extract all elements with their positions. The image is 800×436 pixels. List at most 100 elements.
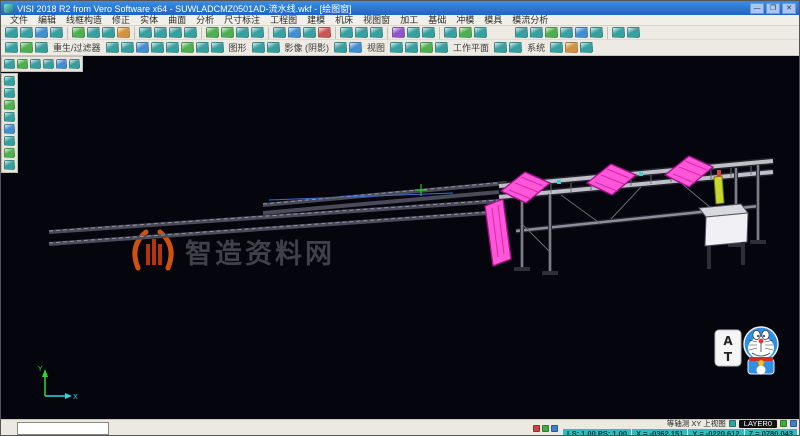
toolbar-group-label[interactable]: 重生/过滤器 (49, 41, 105, 54)
status-green-icon[interactable] (542, 425, 549, 432)
toolbar-icon[interactable] (474, 27, 487, 38)
menu-item[interactable]: 机床 (330, 15, 358, 26)
toolbar-icon[interactable] (405, 42, 418, 53)
toolbar-icon[interactable] (20, 27, 33, 38)
toolbar-icon[interactable] (288, 27, 301, 38)
toolbar-icon[interactable] (4, 59, 15, 69)
toolbar-icon[interactable] (166, 42, 179, 53)
toolbar-icon[interactable] (392, 27, 405, 38)
toolbar-icon[interactable] (4, 100, 15, 110)
status-teal-icon[interactable] (729, 420, 736, 427)
status-blue-icon[interactable] (551, 425, 558, 432)
toolbar-icon[interactable] (545, 27, 558, 38)
toolbar-icon[interactable] (340, 27, 353, 38)
toolbar-icon[interactable] (4, 76, 15, 86)
status-blue-icon-2[interactable] (790, 420, 797, 427)
toolbar-icon[interactable] (407, 27, 420, 38)
command-input[interactable] (17, 422, 109, 435)
toolbar-icon[interactable] (4, 124, 15, 134)
toolbar-icon[interactable] (206, 27, 219, 38)
toolbar-icon[interactable] (267, 42, 280, 53)
toolbar-icon[interactable] (43, 59, 54, 69)
toolbar-icon[interactable] (211, 42, 224, 53)
toolbar-icon[interactable] (72, 27, 85, 38)
toolbar-icon[interactable] (30, 59, 41, 69)
toolbar-icon[interactable] (4, 160, 15, 170)
toolbar-icon[interactable] (20, 42, 33, 53)
status-red-icon[interactable] (533, 425, 540, 432)
menu-item[interactable]: 曲面 (163, 15, 191, 26)
toolbar-icon[interactable] (627, 27, 640, 38)
toolbar-icon[interactable] (420, 42, 433, 53)
menu-item[interactable]: 修正 (107, 15, 135, 26)
toolbar-icon[interactable] (494, 42, 507, 53)
toolbar-icon[interactable] (17, 59, 28, 69)
toolbar-icon[interactable] (151, 42, 164, 53)
toolbar-icon[interactable] (117, 27, 130, 38)
toolbar-icon[interactable] (565, 42, 578, 53)
menu-item[interactable]: 文件 (5, 15, 33, 26)
status-green-icon-2[interactable] (780, 420, 787, 427)
toolbar-icon[interactable] (236, 27, 249, 38)
toolbar-icon[interactable] (69, 59, 80, 69)
toolbar-icon[interactable] (5, 27, 18, 38)
toolbar-icon[interactable] (580, 42, 593, 53)
rail-beams[interactable] (49, 182, 507, 244)
toolbar-icon[interactable] (35, 27, 48, 38)
menu-item[interactable]: 尺寸标注 (219, 15, 265, 26)
toolbar-icon[interactable] (560, 27, 573, 38)
toolbar-icon[interactable] (102, 27, 115, 38)
pink-panels[interactable] (485, 156, 713, 266)
toolbar-icon[interactable] (334, 42, 347, 53)
toolbar-icon[interactable] (318, 27, 331, 38)
toolbar-icon[interactable] (459, 27, 472, 38)
toolbar-icon[interactable] (106, 42, 119, 53)
menu-item[interactable]: 基础 (423, 15, 451, 26)
menu-item[interactable]: 模具 (479, 15, 507, 26)
toolbar-icon[interactable] (349, 42, 362, 53)
toolbar-icon[interactable] (139, 27, 152, 38)
toolbar-icon[interactable] (121, 42, 134, 53)
toolbar-icon[interactable] (4, 136, 15, 146)
maximize-button[interactable]: ❐ (766, 3, 780, 14)
toolbar-icon[interactable] (154, 27, 167, 38)
menu-item[interactable]: 分析 (191, 15, 219, 26)
toolbar-icon[interactable] (612, 27, 625, 38)
toolbar-icon[interactable] (370, 27, 383, 38)
toolbar-group-label[interactable]: 视图 (363, 41, 389, 54)
menu-item[interactable]: 建模 (302, 15, 330, 26)
toolbar-icon[interactable] (251, 27, 264, 38)
toolbar-icon[interactable] (5, 42, 18, 53)
toolbar-icon[interactable] (4, 88, 15, 98)
toolbar-icon[interactable] (355, 27, 368, 38)
menu-item[interactable]: 模流分析 (507, 15, 553, 26)
menu-item[interactable]: 视图窗 (358, 15, 395, 26)
toolbar-icon[interactable] (273, 27, 286, 38)
toolbar-icon[interactable] (550, 42, 563, 53)
toolbar-icon[interactable] (169, 27, 182, 38)
menu-item[interactable]: 冲模 (451, 15, 479, 26)
toolbar-icon[interactable] (530, 27, 543, 38)
toolbar-group-label[interactable]: 影像 (阴影) (281, 41, 334, 54)
menu-item[interactable]: 工程图 (265, 15, 302, 26)
toolbar-group-label[interactable]: 系统 (523, 41, 549, 54)
toolbar-icon[interactable] (303, 27, 316, 38)
toolbar-group-label[interactable]: 图形 (225, 41, 251, 54)
toolbar-icon[interactable] (252, 42, 265, 53)
toolbar-icon[interactable] (196, 42, 209, 53)
layer-indicator[interactable]: LAYER0 (739, 420, 777, 428)
minimize-button[interactable]: — (750, 3, 764, 14)
toolbar-icon[interactable] (50, 27, 63, 38)
toolbar-icon[interactable] (515, 27, 528, 38)
menu-item[interactable]: 实体 (135, 15, 163, 26)
control-box[interactable] (699, 204, 748, 269)
toolbar-icon[interactable] (181, 42, 194, 53)
cad-scene[interactable]: 智造资料网 (1, 56, 799, 419)
toolbar-icon[interactable] (4, 112, 15, 122)
toolbar-group-label[interactable]: 工作平面 (449, 41, 493, 54)
toolbar-icon[interactable] (590, 27, 603, 38)
toolbar-icon[interactable] (390, 42, 403, 53)
toolbar-icon[interactable] (4, 148, 15, 158)
close-button[interactable]: ✕ (782, 3, 796, 14)
view-indicator[interactable]: 等轴测 XY 上视图 (667, 418, 726, 429)
